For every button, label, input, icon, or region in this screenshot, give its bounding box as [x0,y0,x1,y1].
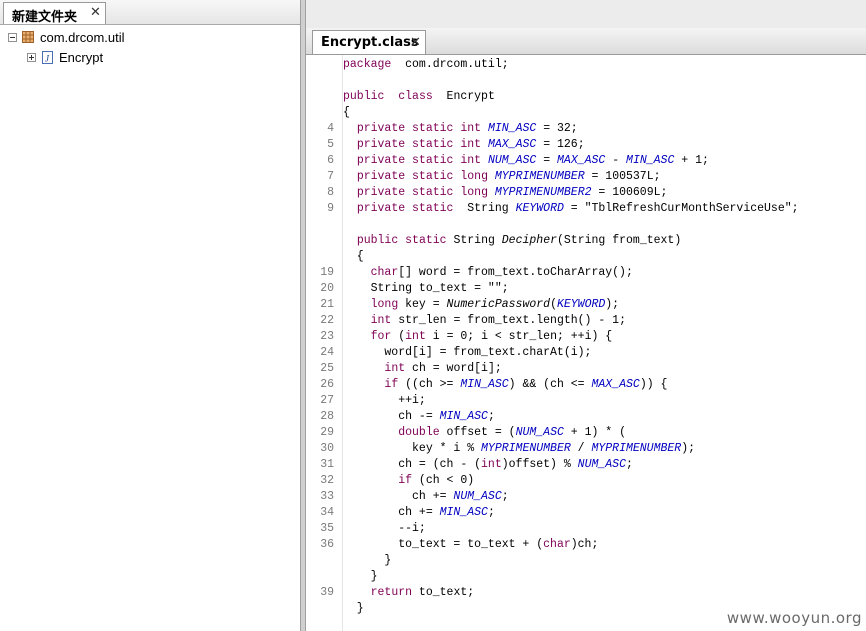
code-editor[interactable]: package com.drcom.util; public class Encr… [343,55,866,631]
line-number: 30 [320,442,334,455]
line-number: 8 [327,186,334,199]
line-number: 7 [327,170,334,183]
line-number: 21 [320,298,334,311]
package-icon [22,31,34,43]
line-number: 9 [327,202,334,215]
tree-item-label: com.drcom.util [40,29,125,45]
tab-encrypt-class-label: Encrypt.class [321,35,419,50]
line-number: 22 [320,314,334,327]
close-icon[interactable]: ✕ [90,5,101,20]
tree-item-label: Encrypt [59,49,104,65]
code-line: private static int MIN_ASC = 32; [356,122,578,135]
line-number: 25 [320,362,334,375]
expand-icon[interactable] [27,52,36,62]
left-tab-bar: 新建文件夹 ✕ [0,0,300,25]
editor-top-strip [306,0,866,28]
editor-tab-bar: Encrypt.class ✕ [306,28,866,55]
code-line: for (int i = 0; i < str_len; ++i) { [370,330,613,343]
code-line: if ((ch >= MIN_ASC) && (ch <= MAX_ASC)) … [384,378,668,391]
line-number: 23 [320,330,334,343]
line-number: 28 [320,410,334,423]
line-number: 34 [320,506,334,519]
code-line: } [343,602,364,615]
code-line: ch = (ch - (int)offset) % NUM_ASC; [343,458,633,471]
tree-item-package[interactable]: com.drcom.util [8,28,125,46]
code-line: { [343,250,364,263]
code-line: int ch = word[i]; [384,362,502,375]
line-number: 31 [320,458,334,471]
collapse-icon[interactable] [8,32,17,42]
java-class-icon: J [42,50,53,64]
line-number: 36 [320,538,334,551]
line-number: 39 [320,586,334,599]
tree-item-class[interactable]: J Encrypt [27,48,103,66]
code-line: int str_len = from_text.length() - 1; [370,314,626,327]
code-line: package com.drcom.util; [343,58,509,71]
code-line: private static int MAX_ASC = 126; [356,138,585,151]
watermark: www.wooyun.org [726,609,862,627]
code-line: key * i % MYPRIMENUMBER / MYPRIMENUMBER)… [343,442,695,455]
line-number: 33 [320,490,334,503]
line-number: 26 [320,378,334,391]
code-line: ch -= MIN_ASC; [343,410,495,423]
code-line: long key = NumericPassword(KEYWORD); [370,298,620,311]
code-line: private static long MYPRIMENUMBER = 1005… [356,170,661,183]
code-line: public static String Decipher(String fro… [356,234,682,247]
line-number: 27 [320,394,334,407]
code-line: private static long MYPRIMENUMBER2 = 100… [356,186,668,199]
line-number: 32 [320,474,334,487]
code-line: { [343,106,350,119]
code-line: } [343,570,378,583]
code-line: to_text = to_text + (char)ch; [343,538,599,551]
code-line: ++i; [343,394,426,407]
code-line: word[i] = from_text.charAt(i); [343,346,592,359]
editor-panel: Encrypt.class ✕ 4 5 6 7 8 9 19 20 21 22 23 24 25 26 27… [306,0,866,631]
line-number: 29 [320,426,334,439]
code-line: return to_text; [370,586,475,599]
code-line: } [343,554,392,567]
tab-folder[interactable]: 新建文件夹 ✕ [3,2,106,25]
line-number: 5 [327,138,334,151]
line-number-gutter: 4 5 6 7 8 9 19 20 21 22 23 24 25 26 27 28 29 30 31 32 33 34 35… [306,55,343,631]
code-line: public class Encrypt [343,90,495,103]
code-line: if (ch < 0) [398,474,475,487]
line-number: 6 [327,154,334,167]
tab-encrypt-class[interactable]: Encrypt.class ✕ [312,30,426,54]
code-line: --i; [343,522,426,535]
code-line: ch += NUM_ASC; [343,490,509,503]
code-line: private static int NUM_ASC = MAX_ASC - M… [356,154,709,167]
line-number: 4 [327,122,334,135]
code-line: char[] word = from_text.toCharArray(); [370,266,633,279]
tab-folder-label: 新建文件夹 [12,10,78,25]
close-icon[interactable]: ✕ [410,35,421,50]
code-line: ch += MIN_ASC; [343,506,495,519]
code-line: double offset = (NUM_ASC + 1) * ( [398,426,626,439]
code-line: String to_text = ""; [343,282,509,295]
line-number: 20 [320,282,334,295]
package-explorer-panel: 新建文件夹 ✕ com.drcom.util J Encrypt [0,0,300,631]
code-line: private static String KEYWORD = "TblRefr… [356,202,799,215]
line-number: 35 [320,522,334,535]
line-number: 19 [320,266,334,279]
line-number: 24 [320,346,334,359]
